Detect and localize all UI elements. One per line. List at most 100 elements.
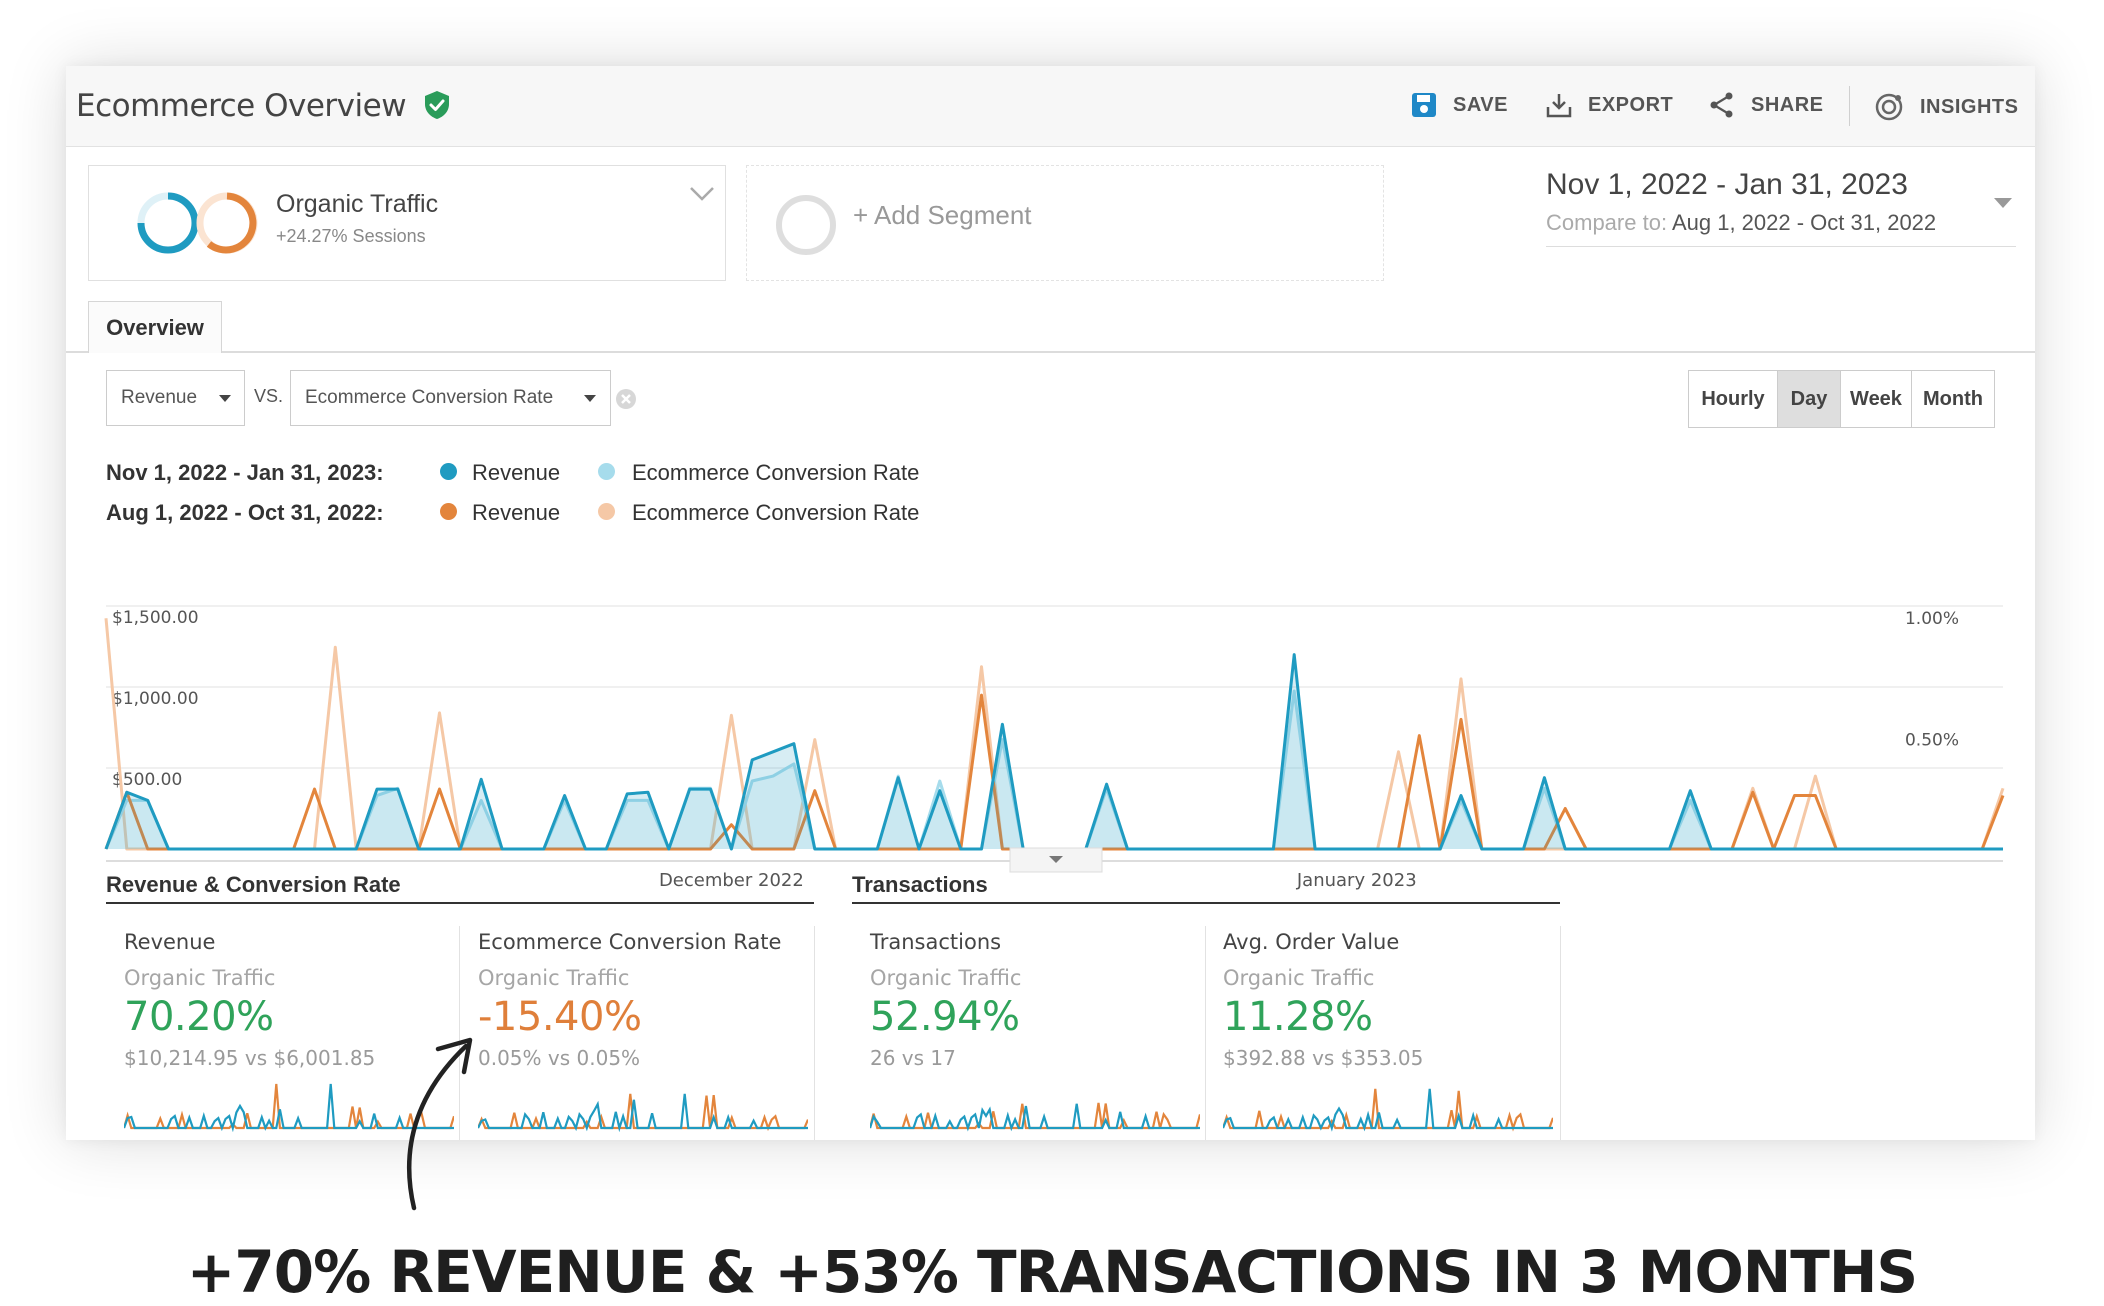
compare-range: Aug 1, 2022 - Oct 31, 2022 [1671,210,1937,235]
series-current-revenue-area [106,654,2003,849]
section-title-revenue-conversion: Revenue & Conversion Rate [106,872,401,897]
granularity-week[interactable]: Week [1841,371,1912,427]
granularity-hourly[interactable]: Hourly [1689,371,1778,427]
sparkline-path [870,1103,1200,1132]
metric-name: Revenue [124,930,216,954]
metric-value: -15.40% [478,994,642,1040]
page-title: Ecommerce Overview [76,88,451,124]
metric-card-avg-order-value[interactable]: Avg. Order Value Organic Traffic 11.28% … [1223,930,1553,1070]
section-underline-revenue [106,902,814,904]
add-segment-label: + Add Segment [853,200,1032,230]
legend-current-revenue: Revenue [472,460,561,485]
metric2-caret-icon [584,395,596,402]
metric-compare: $392.88 vs $353.05 [1223,1046,1424,1070]
tab-overview[interactable]: Overview [88,301,222,353]
metric-divider [814,926,815,1140]
segment-donut-icon [137,192,258,254]
compare-prefix: Compare to: [1546,210,1668,235]
metric2-label: Ecommerce Conversion Rate [305,387,554,408]
sparkline-transactions [870,1102,1200,1132]
report-header: Ecommerce Overview SAVE EXPORT SHARE INS… [66,66,2035,147]
y-tick-left: $1,000.00 [112,689,199,709]
y-tick-right: 0.50% [1905,731,1959,751]
metric-value: 11.28% [1223,994,1373,1040]
remove-comparison-icon[interactable] [614,387,638,411]
save-button[interactable]: SAVE [1411,92,1508,118]
metric1-dropdown[interactable]: Revenue [106,370,245,426]
date-range-caret-icon[interactable] [1994,198,2012,208]
download-icon [1546,94,1572,118]
empty-segment-circle-icon [776,195,836,255]
legend-previous-rate: Ecommerce Conversion Rate [632,500,920,525]
metric-divider [1560,926,1561,1140]
legend-previous-period: Aug 1, 2022 - Oct 31, 2022: [106,500,384,525]
metric-name: Transactions [870,930,1002,954]
sparkline-avg-order-value [1223,1088,1553,1132]
x-tick: January 2023 [1296,870,1417,891]
segment-sessions: +24.27% Sessions [276,226,426,246]
sparkline-conversion-rate [478,1093,808,1132]
export-label: EXPORT [1588,93,1674,116]
insights-button[interactable]: INSIGHTS [1874,92,2018,122]
y-tick-left: $1,500.00 [112,608,199,628]
sparkline-path [478,1093,808,1132]
date-range-current: Nov 1, 2022 - Jan 31, 2023 [1546,168,1908,201]
sparkline-path [478,1093,808,1132]
save-label: SAVE [1453,93,1508,116]
chart-series [104,618,2005,851]
metric-value: 52.94% [870,994,1020,1040]
metric-segment: Organic Traffic [124,966,276,990]
page-title-text: Ecommerce Overview [76,88,407,124]
metric-divider [1205,926,1206,1140]
segment-organic-traffic[interactable]: Organic Traffic +24.27% Sessions [88,165,726,281]
legend-current-period: Nov 1, 2022 - Jan 31, 2023: [106,460,384,485]
metric-segment: Organic Traffic [478,966,630,990]
insights-label: INSIGHTS [1920,95,2019,118]
section-underline-transactions [852,902,1560,904]
tab-bar-line [66,351,2035,353]
add-segment-button[interactable]: + Add Segment [746,165,1384,281]
metric-card-conversion-rate[interactable]: Ecommerce Conversion Rate Organic Traffi… [478,930,808,1070]
metric1-label: Revenue [121,387,198,408]
x-tick: December 2022 [659,870,804,891]
section-title-transactions: Transactions [852,872,988,897]
save-icon [1412,93,1436,117]
chevron-down-icon[interactable] [689,186,715,202]
granularity-selector: Hourly Day Week Month [1688,370,1995,428]
sparkline-path [1223,1088,1553,1132]
vs-label: VS. [254,386,284,406]
date-range-picker[interactable]: Nov 1, 2022 - Jan 31, 2023 Compare to: A… [1546,166,2016,247]
metric-segment: Organic Traffic [1223,966,1375,990]
revenue-conversion-chart: $1,500.00$1,000.00$500.001.00%0.50%Decem… [104,605,2005,891]
share-label: SHARE [1751,93,1824,116]
chart-collapse-handle[interactable] [1009,847,1103,873]
legend-current-rate: Ecommerce Conversion Rate [632,460,920,485]
verified-shield-icon [425,91,450,119]
share-icon [1710,92,1733,118]
annotation-arrow-icon [406,1037,473,1211]
insights-icon [1875,93,1903,121]
metric-compare: 0.05% vs 0.05% [478,1046,641,1070]
metric1-caret-icon [219,395,231,402]
metric-name: Ecommerce Conversion Rate [478,930,782,954]
results-caption: +70% REVENUE & +53% TRANSACTIONS IN 3 MO… [186,1238,1918,1306]
granularity-month[interactable]: Month [1912,371,1994,427]
chart-gridlines [106,605,2003,769]
granularity-day[interactable]: Day [1778,371,1841,427]
share-button[interactable]: SHARE [1709,92,1824,118]
metric-segment: Organic Traffic [870,966,1022,990]
metric-card-transactions[interactable]: Transactions Organic Traffic 52.94% 26 v… [870,930,1200,1070]
legend-previous-revenue: Revenue [472,500,561,525]
sparkline-path [1223,1088,1553,1132]
legend-dot-current-rate [598,463,615,480]
metric-compare: 26 vs 17 [870,1046,956,1070]
legend-dot-previous-rate [598,503,615,520]
legend-dot-previous-revenue [440,503,457,520]
y-tick-right: 1.00% [1905,609,1959,629]
date-range-compare: Compare to: Aug 1, 2022 - Oct 31, 2022 [1546,210,1936,236]
export-button[interactable]: EXPORT [1546,92,1673,118]
ecommerce-overview-card: Ecommerce Overview SAVE EXPORT SHARE INS… [66,66,2035,1140]
header-divider [1849,86,1850,126]
metric2-dropdown[interactable]: Ecommerce Conversion Rate [290,370,611,426]
segment-name: Organic Traffic [276,190,439,218]
